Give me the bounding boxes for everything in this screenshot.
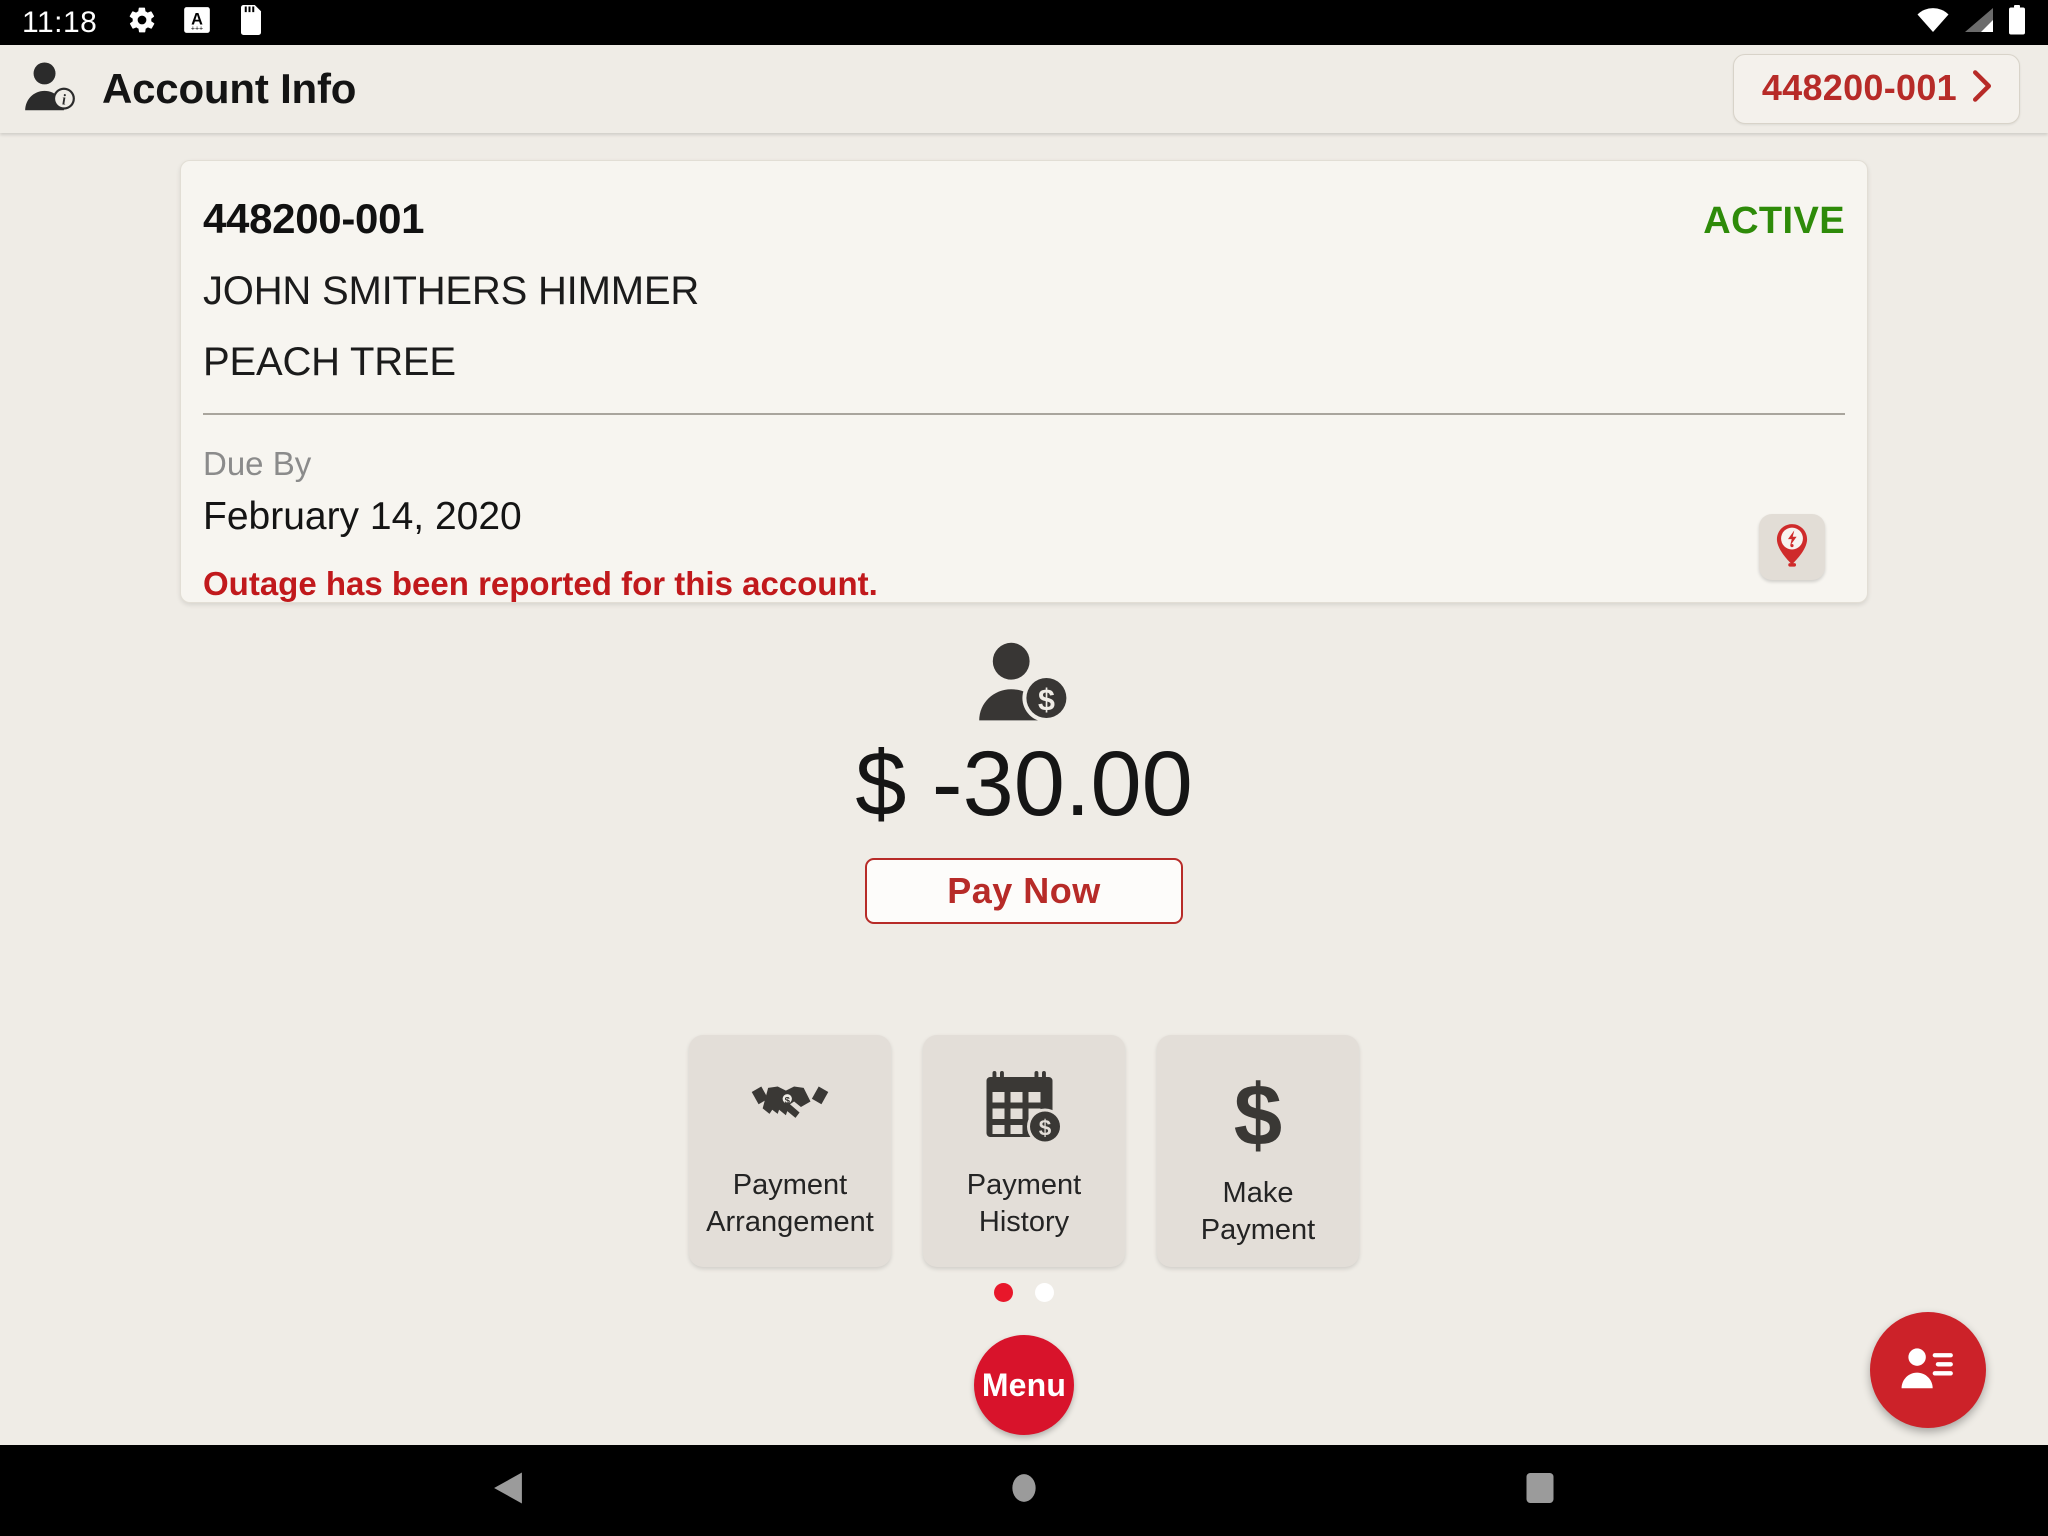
wifi-icon xyxy=(1916,7,1950,38)
status-bar-left-icons: A +++ xyxy=(127,5,265,40)
svg-text:$: $ xyxy=(1234,1073,1282,1157)
contact-list-icon xyxy=(1900,1344,1956,1397)
menu-button[interactable]: Menu xyxy=(974,1335,1074,1435)
calendar-dollar-icon: $ xyxy=(985,1065,1063,1149)
page-title: Account Info xyxy=(102,65,357,112)
tile-label-make-payment: Make Payment xyxy=(1200,1177,1316,1247)
tile-label-payment-arrangement: Payment Arrangement xyxy=(706,1167,874,1241)
tile-payment-arrangement[interactable]: $ Payment Arrangement xyxy=(689,1035,891,1268)
svg-text:$: $ xyxy=(1039,1116,1052,1141)
customer-name: JOHN SMITHERS HIMMER xyxy=(203,269,700,313)
pager-dot-1[interactable] xyxy=(994,1283,1013,1302)
recents-square-icon xyxy=(1525,1471,1555,1510)
home-circle-icon xyxy=(1010,1472,1038,1509)
account-card-header-row: 448200-001 ACTIVE xyxy=(203,195,1845,243)
nav-back-button[interactable] xyxy=(378,1471,638,1510)
svg-text:+++: +++ xyxy=(191,26,203,33)
outage-button[interactable] xyxy=(1759,514,1825,580)
card-divider xyxy=(203,413,1845,415)
svg-text:$: $ xyxy=(1038,683,1055,717)
due-by-date: February 14, 2020 xyxy=(203,495,522,538)
tile-make-payment[interactable]: $ Make Payment xyxy=(1157,1035,1359,1268)
balance-amount: $ -30.00 xyxy=(855,733,1193,835)
outage-message: Outage has been reported for this accoun… xyxy=(203,565,878,602)
nav-home-button[interactable] xyxy=(894,1472,1154,1509)
tile-label-payment-history: Payment History xyxy=(967,1167,1081,1241)
carousel-pager xyxy=(0,1283,2048,1302)
pager-dot-2[interactable] xyxy=(1035,1283,1054,1302)
account-selector-button[interactable]: 448200-001 xyxy=(1732,54,2020,124)
status-bar-right-icons xyxy=(1916,5,2026,40)
pay-now-button[interactable]: Pay Now xyxy=(865,858,1183,925)
status-badge: ACTIVE xyxy=(1703,200,1845,242)
status-bar-clock: 11:18 xyxy=(22,5,98,39)
contacts-fab-button[interactable] xyxy=(1870,1312,1986,1428)
due-by-label: Due By xyxy=(203,445,312,482)
nav-recents-button[interactable] xyxy=(1410,1471,1670,1510)
font-size-a-icon: A +++ xyxy=(183,6,211,39)
tile-payment-history[interactable]: $ Payment History xyxy=(923,1035,1125,1268)
app-bar: i Account Info 448200-001 xyxy=(0,45,2048,133)
battery-icon xyxy=(2008,5,2026,40)
outage-pin-icon xyxy=(1770,522,1814,573)
gear-icon xyxy=(127,5,157,40)
handshake-icon: $ xyxy=(749,1065,831,1149)
svg-text:i: i xyxy=(62,92,66,108)
account-info-icon: i xyxy=(20,56,82,123)
balance-section: $ $ -30.00 Pay Now xyxy=(0,640,2048,925)
quick-action-tiles: $ Payment Arrangement $ Payment History … xyxy=(0,1035,2048,1268)
tile-label-line1: Payment xyxy=(732,1169,848,1201)
sd-card-icon xyxy=(237,5,265,40)
tile-label-line2: History xyxy=(978,1206,1070,1239)
chevron-right-icon xyxy=(1971,69,1993,108)
svg-text:$: $ xyxy=(785,1095,791,1106)
account-number: 448200-001 xyxy=(203,195,425,242)
menu-button-label: Menu xyxy=(981,1366,1067,1403)
app-screen: 11:18 A +++ i Account Info 448200-001 44… xyxy=(0,0,2048,1536)
cellular-signal-icon xyxy=(1964,7,1994,38)
dollar-sign-icon: $ xyxy=(1228,1073,1288,1157)
account-selector-label: 448200-001 xyxy=(1761,67,1957,108)
pay-now-label: Pay Now xyxy=(947,870,1101,912)
customer-address: PEACH TREE xyxy=(203,340,456,384)
account-summary-card[interactable]: 448200-001 ACTIVE JOHN SMITHERS HIMMER P… xyxy=(180,160,1868,603)
customer-balance-icon: $ xyxy=(976,640,1072,729)
tile-label-line2: Arrangement xyxy=(706,1206,874,1239)
status-bar: 11:18 A +++ xyxy=(0,0,2048,45)
tile-label-line1: Payment xyxy=(966,1169,1082,1201)
android-navigation-bar xyxy=(0,1445,2048,1536)
back-triangle-icon xyxy=(492,1471,524,1510)
